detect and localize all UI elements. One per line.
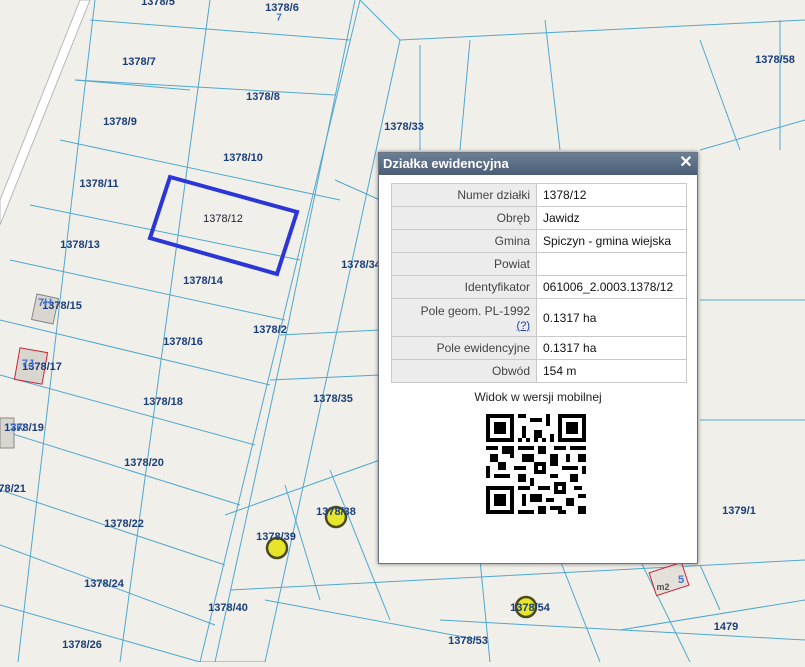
table-row: Obwód 154 m xyxy=(391,359,687,383)
building-label: 7 xyxy=(276,12,282,24)
parcel-label: 1378/40 xyxy=(208,602,248,614)
building-label: 5 xyxy=(677,574,685,586)
popup-body: Numer działki 1378/12 Obręb Jawidz Gmina Sp… xyxy=(384,175,692,558)
table-row: Identyfikator 061006_2.0003.1378/12 xyxy=(391,275,687,299)
attr-value: Spiczyn - gmina wiejska xyxy=(536,229,687,253)
attr-key: Obwód xyxy=(391,359,537,383)
parcel-label: 1378/14 xyxy=(183,275,223,287)
attr-key-label: Pole geom. PL-1992 xyxy=(420,303,530,318)
attr-key: Identyfikator xyxy=(391,275,537,299)
parcel-label: 1378/34 xyxy=(341,259,381,271)
parcel-label: 1378/38 xyxy=(316,506,356,518)
parcel-label: 1479 xyxy=(713,621,739,633)
parcel-info-popup: Działka ewidencyjna ✕ Numer działki 1378/… xyxy=(378,152,698,564)
building-label: 7J xyxy=(21,358,35,370)
attr-value: 154 m xyxy=(536,359,687,383)
parcel-label: 1378/7 xyxy=(122,56,156,68)
close-icon[interactable]: ✕ xyxy=(678,154,694,172)
table-row: Obręb Jawidz xyxy=(391,206,687,230)
attr-key: Pole ewidencyjne xyxy=(391,336,537,360)
qr-code-icon[interactable] xyxy=(486,414,586,514)
parcel-label: 1378/54 xyxy=(510,602,550,614)
parcel-label: 1378/35 xyxy=(313,393,353,405)
attr-key: Numer działki xyxy=(391,183,537,207)
parcel-label: 1378/10 xyxy=(223,152,263,164)
parcel-attributes-table: Numer działki 1378/12 Obręb Jawidz Gmina Sp… xyxy=(391,183,687,383)
parcel-label: 1378/58 xyxy=(755,54,795,66)
parcel-label: 1378/20 xyxy=(124,457,164,469)
popup-title: Działka ewidencyjna xyxy=(383,156,509,171)
attr-value xyxy=(536,252,687,276)
parcel-label: 1378/33 xyxy=(384,121,424,133)
attr-value: 0.1317 ha xyxy=(536,298,687,337)
parcel-label: 1378/24 xyxy=(84,578,124,590)
parcel-label: 1378/9 xyxy=(103,116,137,128)
parcel-label: 1378/8 xyxy=(246,91,280,103)
building-label: 7K xyxy=(9,422,25,434)
attr-key: Pole geom. PL-1992 (?) xyxy=(391,298,537,337)
selected-parcel-label: 1378/12 xyxy=(203,213,243,225)
parcel-label: 1378/26 xyxy=(62,639,102,651)
table-row: Gmina Spiczyn - gmina wiejska xyxy=(391,229,687,253)
parcel-label: 1379/1 xyxy=(722,505,756,517)
table-row: Numer działki 1378/12 xyxy=(391,183,687,207)
parcel-label: 1378/18 xyxy=(143,396,183,408)
table-row: Pole ewidencyjne 0.1317 ha xyxy=(391,336,687,360)
attr-value: 1378/12 xyxy=(536,183,687,207)
table-row: Powiat xyxy=(391,252,687,276)
parcel-label: 1378/21 xyxy=(0,483,26,495)
parcel-label: 1378/5 xyxy=(141,0,175,8)
help-link[interactable]: (?) xyxy=(517,320,530,332)
building-label: 7H xyxy=(37,297,53,309)
attr-key: Obręb xyxy=(391,206,537,230)
parcel-label: 1378/22 xyxy=(104,518,144,530)
attr-value: 061006_2.0003.1378/12 xyxy=(536,275,687,299)
attr-value: 0.1317 ha xyxy=(536,336,687,360)
parcel-label: 1378/11 xyxy=(79,178,119,190)
building-label: m2 xyxy=(656,582,670,592)
mobile-view-label: Widok w wersji mobilnej xyxy=(474,390,602,404)
attr-key: Powiat xyxy=(391,252,537,276)
parcel-label: 1378/16 xyxy=(163,336,203,348)
parcel-label: 1378/13 xyxy=(60,239,100,251)
attr-key: Gmina xyxy=(391,229,537,253)
popup-header[interactable]: Działka ewidencyjna ✕ xyxy=(379,153,697,175)
parcel-label: 1378/2 xyxy=(253,324,287,336)
parcel-label: 1378/39 xyxy=(256,531,296,543)
attr-value: Jawidz xyxy=(536,206,687,230)
table-row: Pole geom. PL-1992 (?) 0.1317 ha xyxy=(391,298,687,337)
parcel-label: 1378/53 xyxy=(448,635,488,647)
